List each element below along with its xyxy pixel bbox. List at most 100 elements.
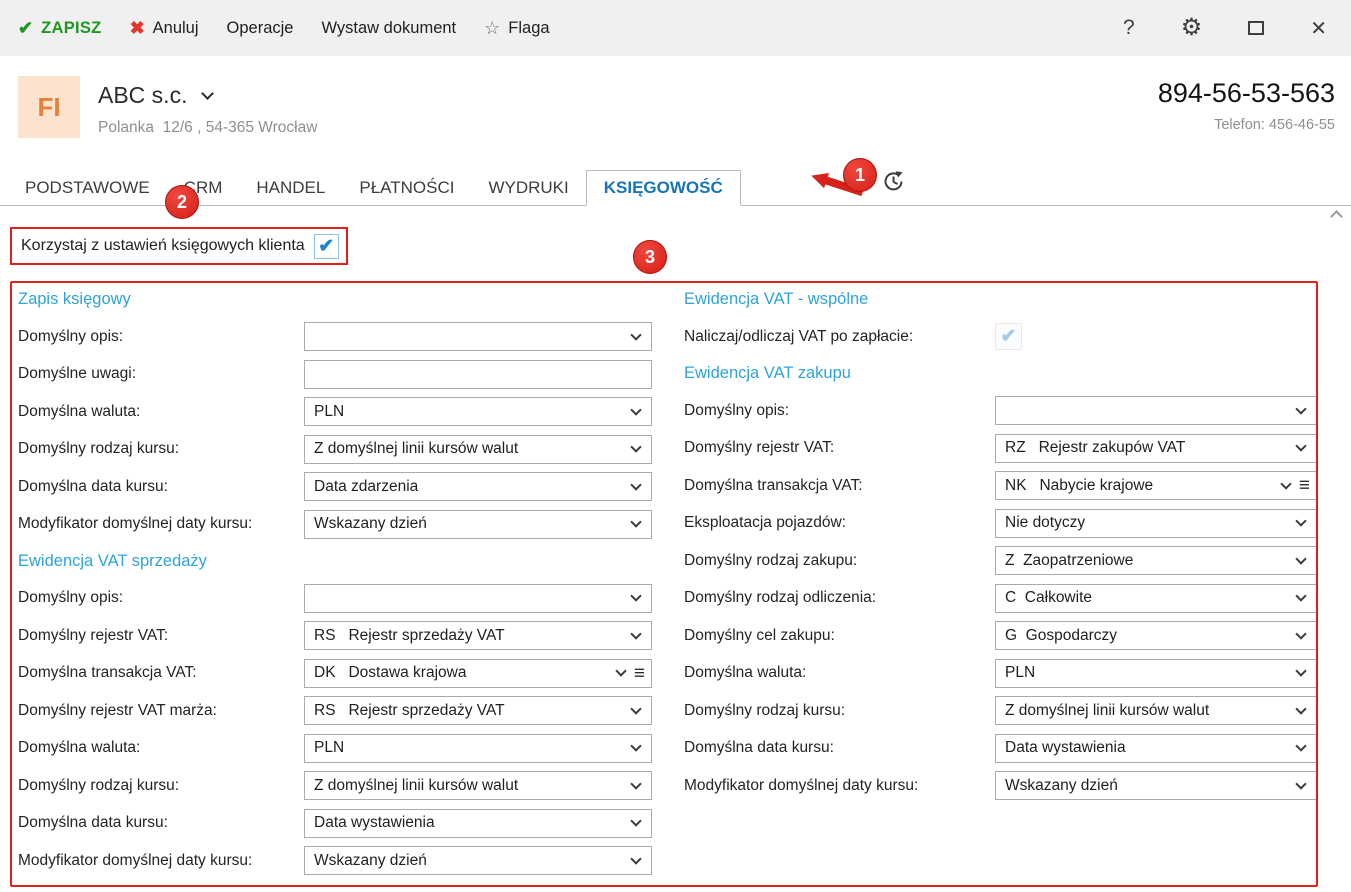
- step-badge-3: 3: [633, 240, 667, 274]
- field-label: Domyślna data kursu:: [684, 739, 834, 756]
- field-value: Z Zaopatrzeniowe: [1005, 551, 1134, 569]
- issue-document-button[interactable]: Wystaw dokument: [321, 19, 456, 38]
- text-input[interactable]: [304, 359, 652, 389]
- chevron-down-icon: [1280, 477, 1292, 490]
- tax-id: 894-56-53-563: [1157, 78, 1335, 108]
- tab-bar: PODSTAWOWE CRM HANDEL PŁATNOŚCI WYDRUKI …: [0, 170, 1351, 206]
- field-label: Domyślny rejestr VAT:: [684, 439, 835, 456]
- field-value: Wskazany dzień: [1005, 776, 1118, 794]
- menu-icon[interactable]: ≡: [1299, 476, 1310, 495]
- form-row: Domyślna waluta: PLN: [18, 397, 668, 426]
- save-button[interactable]: ✔ ZAPISZ: [18, 19, 102, 38]
- field-value: NK Nabycie krajowe: [1005, 476, 1154, 494]
- chevron-down-icon: [1295, 740, 1307, 752]
- tab-handel[interactable]: HANDEL: [239, 171, 342, 205]
- dropdown[interactable]: Wskazany dzień: [304, 509, 652, 539]
- dropdown[interactable]: PLN: [304, 397, 652, 426]
- dropdown[interactable]: PLN: [304, 733, 652, 763]
- chevron-up-icon[interactable]: [1330, 210, 1343, 223]
- chevron-down-icon: [630, 852, 642, 865]
- chevron-down-icon: [1295, 777, 1307, 790]
- help-icon[interactable]: ?: [1123, 16, 1135, 40]
- maximize-icon[interactable]: [1248, 21, 1265, 35]
- form-right-column: Ewidencja VAT - wspólne Naliczaj/odliczaj…: [684, 283, 1316, 809]
- chevron-down-icon: [1295, 665, 1307, 677]
- header-right: 894-56-53-563 Telefon: 456-46-55: [1158, 78, 1335, 133]
- dropdown[interactable]: [995, 396, 1316, 425]
- tab-wydruki[interactable]: WYDRUKI: [471, 171, 585, 205]
- use-client-settings-checkbox[interactable]: ✔: [313, 233, 339, 259]
- company-selector[interactable]: ABC s.c.: [98, 82, 317, 109]
- dropdown[interactable]: PLN: [995, 658, 1316, 688]
- dropdown[interactable]: Z domyślnej linii kursów walut: [995, 696, 1316, 725]
- dropdown[interactable]: DK Dostawa krajowa ≡: [304, 658, 652, 688]
- dropdown[interactable]: RZ Rejestr zakupów VAT: [995, 433, 1316, 463]
- field-value: Data zdarzenia: [314, 477, 419, 495]
- check-icon: ✔: [18, 18, 34, 38]
- flag-button[interactable]: ☆ Flaga: [484, 19, 549, 38]
- form-row: Domyślny opis:: [18, 583, 668, 613]
- chevron-down-icon: [1295, 440, 1307, 452]
- company-block: ABC s.c. Polanka 12/6 , 54-365 Wrocław: [98, 82, 317, 137]
- dropdown[interactable]: RS Rejestr sprzedaży VAT: [304, 621, 652, 650]
- tab-platnosci[interactable]: PŁATNOŚCI: [342, 171, 471, 205]
- chevron-down-icon: [630, 328, 642, 341]
- dropdown[interactable]: G Gospodarczy: [995, 621, 1316, 650]
- dropdown[interactable]: Wskazany dzień: [995, 771, 1316, 800]
- dropdown[interactable]: Data zdarzenia: [304, 472, 652, 501]
- dropdown[interactable]: Data wystawienia: [304, 808, 652, 838]
- field-label: Domyślny cel zakupu:: [684, 626, 835, 644]
- chevron-down-icon: [630, 516, 642, 528]
- chevron-down-icon: [630, 441, 642, 453]
- dropdown[interactable]: Z domyślnej linii kursów walut: [304, 434, 652, 464]
- dropdown[interactable]: [304, 583, 652, 613]
- chevron-down-icon: [615, 665, 627, 677]
- tab-podstawowe[interactable]: PODSTAWOWE: [8, 171, 167, 205]
- field-label: Domyślna waluta:: [684, 664, 807, 681]
- form-row: Domyślna data kursu: Data zdarzenia: [18, 472, 668, 501]
- field-value: C Całkowite: [1005, 589, 1092, 606]
- dropdown[interactable]: Data wystawienia: [995, 733, 1316, 763]
- form-row: Domyślne uwagi:: [18, 359, 668, 389]
- dropdown[interactable]: Nie dotyczy: [995, 508, 1316, 538]
- operations-menu-button[interactable]: Operacje: [227, 19, 294, 38]
- field-label: Domyślne uwagi:: [18, 365, 137, 382]
- form-row: Domyślny rodzaj odliczenia: C Całkowite: [684, 583, 1316, 613]
- field-value: Wskazany dzień: [314, 515, 427, 532]
- field-label: Domyślna waluta:: [18, 402, 141, 420]
- dropdown[interactable]: NK Nabycie krajowe ≡: [995, 471, 1316, 500]
- field-label: Domyślny rodzaj zakupu:: [684, 551, 858, 569]
- form-row: Modyfikator domyślnej daty kursu: Wskazan…: [684, 771, 1316, 800]
- close-icon[interactable]: ✕: [1310, 16, 1327, 41]
- field-value: Wskazany dzień: [314, 851, 427, 869]
- company-name: ABC s.c.: [98, 82, 188, 108]
- tab-ksiegowosc[interactable]: KSIĘGOWOŚĆ: [585, 170, 741, 206]
- dropdown[interactable]: C Całkowite: [995, 583, 1316, 613]
- field-label: Modyfikator domyślnej daty kursu:: [18, 515, 253, 532]
- dropdown[interactable]: Z domyślnej linii kursów walut: [304, 771, 652, 800]
- chevron-down-icon: [1295, 402, 1307, 415]
- form-row: Domyślny rejestr VAT: RZ Rejestr zakupów …: [684, 433, 1316, 463]
- company-address: Polanka 12/6 , 54-365 Wrocław: [98, 119, 318, 136]
- record-header: FI ABC s.c. Polanka 12/6 , 54-365 Wrocła…: [0, 56, 1351, 170]
- field-label: Domyślny rejestr VAT marża:: [18, 701, 217, 719]
- dropdown[interactable]: Z Zaopatrzeniowe: [995, 546, 1316, 575]
- dropdown[interactable]: RS Rejestr sprzedaży VAT: [304, 696, 652, 725]
- cancel-button[interactable]: ✖ Anuluj: [130, 19, 199, 38]
- history-icon[interactable]: [880, 168, 907, 200]
- field-value: G Gospodarczy: [1005, 626, 1117, 644]
- field-value: Z domyślnej linii kursów walut: [314, 776, 519, 794]
- form-row: Domyślny cel zakupu: G Gospodarczy: [684, 621, 1316, 650]
- dropdown[interactable]: Wskazany dzień: [304, 846, 652, 875]
- vat-after-payment-checkbox[interactable]: ✔: [995, 323, 1022, 350]
- field-value: PLN: [314, 402, 345, 420]
- toolbar: ✔ ZAPISZ ✖ Anuluj Operacje Wystaw dokume…: [0, 0, 1351, 56]
- menu-icon[interactable]: ≡: [634, 664, 645, 683]
- phone-number: Telefon: 456-46-55: [1214, 117, 1335, 133]
- form-row: Domyślna transakcja VAT: DK Dostawa krajo…: [18, 658, 668, 688]
- dropdown[interactable]: [304, 322, 652, 351]
- chevron-down-icon: [1295, 702, 1307, 715]
- gear-icon[interactable]: ⚙: [1181, 16, 1203, 40]
- form-row: Domyślny rejestr VAT: RS Rejestr sprzedaż…: [18, 621, 668, 650]
- field-label: Modyfikator domyślnej daty kursu:: [18, 851, 253, 869]
